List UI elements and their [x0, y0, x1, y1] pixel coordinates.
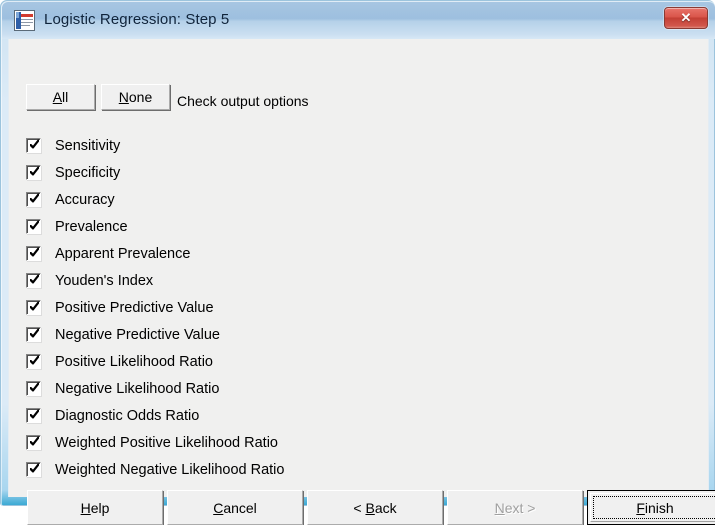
dialog-button-bar: Help Cancel < Back Next > Finish: [9, 39, 715, 525]
dialog-client-area: All None Check output options Sensitivit…: [8, 39, 715, 525]
back-button[interactable]: < Back: [307, 490, 443, 525]
close-icon: ✕: [680, 10, 692, 25]
title-bar[interactable]: Logistic Regression: Step 5 ✕: [2, 2, 715, 39]
close-button[interactable]: ✕: [664, 7, 708, 29]
next-label: Next >: [494, 499, 536, 516]
window-title: Logistic Regression: Step 5: [44, 11, 230, 28]
next-button: Next >: [447, 490, 583, 525]
document-chart-icon: [14, 10, 35, 31]
dialog-window: Logistic Regression: Step 5 ✕ All None C…: [0, 0, 715, 525]
help-label: Help: [80, 499, 110, 516]
cancel-button[interactable]: Cancel: [167, 490, 303, 525]
cancel-label: Cancel: [213, 499, 257, 516]
finish-button[interactable]: Finish: [587, 490, 715, 525]
back-label: < Back: [353, 499, 397, 516]
help-button[interactable]: Help: [27, 490, 163, 525]
finish-label: Finish: [636, 499, 674, 516]
